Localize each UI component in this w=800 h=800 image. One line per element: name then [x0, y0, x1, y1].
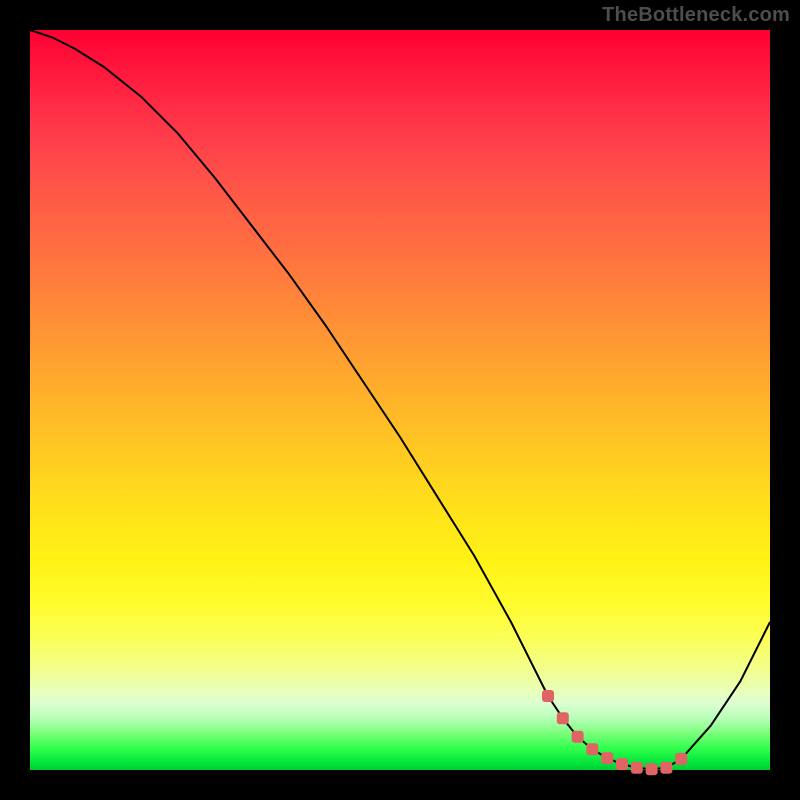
marker-point: [586, 743, 598, 755]
marker-point: [646, 763, 658, 775]
watermark-text: TheBottleneck.com: [602, 4, 790, 27]
bottleneck-curve-path: [30, 30, 770, 769]
marker-point: [660, 762, 672, 774]
optimal-range-markers: [542, 690, 687, 775]
marker-point: [675, 753, 687, 765]
marker-point: [601, 752, 613, 764]
chart-stage: TheBottleneck.com: [0, 0, 800, 800]
marker-point: [542, 690, 554, 702]
marker-point: [557, 712, 569, 724]
marker-point: [616, 758, 628, 770]
plot-area: [30, 30, 770, 770]
marker-point: [631, 762, 643, 774]
marker-point: [572, 731, 584, 743]
curve-svg: [30, 30, 770, 770]
